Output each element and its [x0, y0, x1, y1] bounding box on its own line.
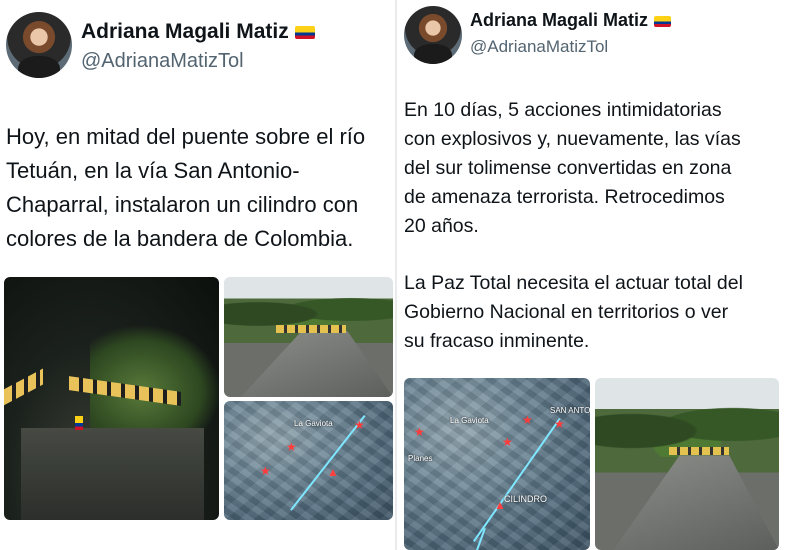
tweet-right: Adriana Magali Matiz @AdrianaMatizTol En… [397, 0, 790, 550]
author-name[interactable]: Adriana Magali Matiz [470, 10, 672, 31]
tweet-paragraph-1: En 10 días, 5 acciones intimidatorias co… [404, 99, 741, 237]
star-marker-icon: ★ [414, 425, 425, 439]
star-marker-icon: ★ [522, 413, 533, 427]
author-handle[interactable]: @AdrianaMatizTol [470, 37, 608, 57]
photo-day-bridge[interactable] [595, 378, 779, 550]
star-marker-icon: ★ [354, 418, 365, 432]
map-label: SAN ANTONIO [550, 406, 590, 415]
map-label: La Gaviota [294, 419, 333, 428]
star-marker-icon: ★ [502, 435, 513, 449]
photo-night-bridge[interactable] [4, 277, 219, 520]
photo-map[interactable]: ★ ★ ★ La Gaviota ▲ [224, 401, 393, 520]
tweet-paragraph-2: La Paz Total necesita el actuar total de… [404, 272, 743, 352]
author-handle[interactable]: @AdrianaMatizTol [81, 50, 244, 73]
author-name-text: Adriana Magali Matiz [470, 10, 649, 30]
star-marker-icon: ★ [554, 417, 565, 431]
photo-map[interactable]: La Gaviota Planes SAN ANTONIO CILINDRO ★… [404, 378, 590, 550]
photo-day-bridge[interactable] [224, 277, 393, 397]
cylinder-object [74, 415, 83, 430]
map-label: CILINDRO [504, 494, 548, 504]
star-marker-icon: ★ [260, 464, 271, 478]
colombia-flag-icon [654, 15, 672, 27]
map-label: La Gaviota [450, 416, 489, 425]
avatar[interactable] [6, 12, 72, 78]
author-name-text: Adriana Magali Matiz [81, 20, 289, 43]
author-name[interactable]: Adriana Magali Matiz [81, 20, 315, 44]
colombia-flag-icon [294, 25, 315, 39]
avatar[interactable] [404, 6, 462, 64]
warning-icon: ▲ [494, 498, 506, 512]
warning-icon: ▲ [327, 465, 339, 479]
star-marker-icon: ★ [286, 440, 297, 454]
tweet-text: Hoy, en mitad del puente sobre el río Te… [6, 124, 366, 251]
map-label: Planes [408, 454, 433, 463]
tweet-left: Adriana Magali Matiz @AdrianaMatizTol Ho… [0, 0, 395, 550]
